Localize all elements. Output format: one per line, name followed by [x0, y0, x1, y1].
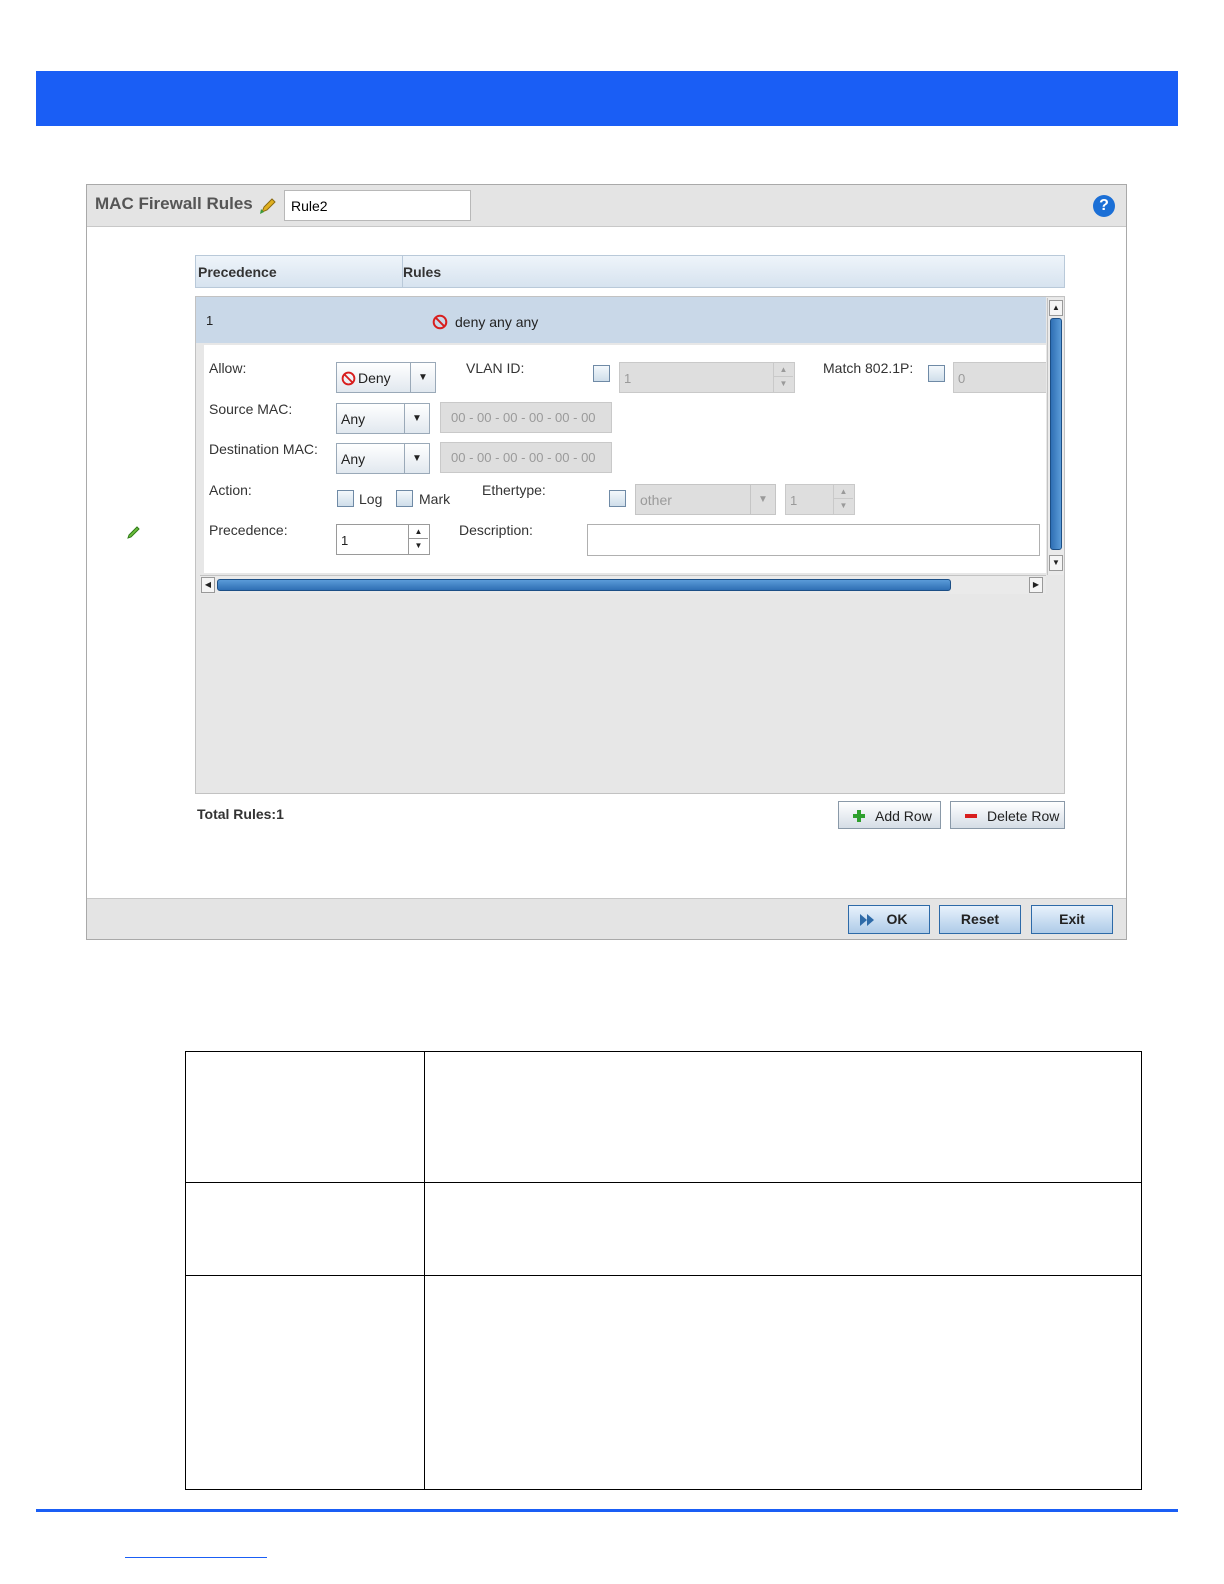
footer-link-underline: [125, 1557, 267, 1558]
vertical-scrollbar[interactable]: ▲ ▼: [1047, 298, 1064, 575]
vlan-id-spinner[interactable]: ▲ ▼: [773, 363, 794, 392]
fast-forward-icon: [860, 914, 874, 926]
delete-row-button[interactable]: Delete Row: [950, 801, 1065, 829]
rule-editor: Allow: Deny ▼ VLAN ID: 1 ▲ ▼ Match 802.1…: [204, 345, 1046, 573]
ethertype-dropdown[interactable]: other ▼: [635, 484, 776, 515]
allow-value: Deny: [358, 370, 391, 386]
deny-icon: [432, 314, 448, 330]
destination-mac-input[interactable]: 00 - 00 - 00 - 00 - 00 - 00: [440, 442, 612, 473]
row-precedence: 1: [206, 313, 214, 328]
spin-down-icon[interactable]: ▼: [774, 377, 793, 391]
ethertype-spinner[interactable]: ▲ ▼: [833, 485, 854, 514]
spin-down-icon[interactable]: ▼: [834, 499, 853, 513]
scroll-right-icon[interactable]: ▶: [1029, 577, 1043, 593]
match-8021p-input[interactable]: 0: [953, 362, 1046, 393]
spin-down-icon[interactable]: ▼: [409, 539, 428, 553]
scroll-left-icon[interactable]: ◀: [201, 577, 215, 593]
plus-icon: [853, 810, 865, 822]
match-8021p-label: Match 802.1P:: [823, 360, 914, 376]
dialog-title: MAC Firewall Rules: [95, 194, 253, 213]
vlan-id-label: VLAN ID:: [466, 360, 525, 376]
precedence-label: Precedence:: [209, 522, 288, 538]
rules-table-body: 1 deny any any Allow: Deny ▼ VLAN ID: 1: [195, 296, 1065, 794]
mark-checkbox[interactable]: [396, 490, 413, 507]
chevron-down-icon[interactable]: ▼: [750, 485, 775, 514]
spin-up-icon[interactable]: ▲: [409, 525, 428, 539]
scroll-thumb[interactable]: [1050, 318, 1062, 550]
allow-label: Allow:: [209, 360, 247, 376]
rules-table-header: Precedence Rules: [195, 255, 1065, 288]
match-8021p-checkbox[interactable]: [928, 365, 945, 382]
chevron-down-icon[interactable]: ▼: [410, 363, 435, 392]
mark-label: Mark: [419, 491, 451, 507]
column-header-rules[interactable]: Rules: [403, 264, 441, 280]
chevron-down-icon[interactable]: ▼: [404, 444, 429, 473]
horizontal-scrollbar[interactable]: ◀ ▶: [200, 575, 1046, 594]
spin-up-icon[interactable]: ▲: [774, 363, 793, 377]
vlan-id-value: 1: [624, 371, 632, 386]
log-label: Log: [359, 491, 383, 507]
action-label: Action:: [209, 482, 252, 498]
destination-mac-dropdown[interactable]: Any ▼: [336, 443, 430, 474]
ethertype-checkbox[interactable]: [609, 490, 626, 507]
reset-button[interactable]: Reset: [939, 905, 1021, 934]
pencil-edit-icon[interactable]: [259, 197, 277, 215]
add-row-button[interactable]: Add Row: [838, 801, 941, 829]
spin-up-icon[interactable]: ▲: [834, 485, 853, 499]
match-8021p-value: 0: [958, 371, 966, 386]
source-mac-mode: Any: [341, 411, 366, 427]
table-divider: [186, 1182, 1141, 1183]
ok-button[interactable]: OK: [848, 905, 930, 934]
source-mac-label: Source MAC:: [209, 401, 293, 417]
ethertype-number-value: 1: [790, 493, 798, 508]
footer-rule: [36, 1509, 1178, 1512]
precedence-spinner[interactable]: ▲ ▼: [408, 525, 429, 554]
vlan-id-input[interactable]: 1 ▲ ▼: [619, 362, 795, 393]
dialog-header: MAC Firewall Rules ?: [87, 185, 1126, 227]
column-header-precedence[interactable]: Precedence: [198, 264, 277, 280]
ok-label: OK: [886, 911, 908, 927]
ethertype-value: other: [640, 492, 672, 508]
add-row-label: Add Row: [875, 808, 932, 824]
description-label: Description:: [459, 522, 533, 538]
dialog-footer: OK Reset Exit: [87, 898, 1126, 939]
rule-name-input[interactable]: [284, 190, 471, 221]
row-rule-text: deny any any: [455, 314, 539, 330]
description-input[interactable]: [587, 524, 1040, 556]
help-icon[interactable]: ?: [1093, 195, 1115, 217]
minus-icon: [965, 814, 977, 818]
scroll-up-icon[interactable]: ▲: [1049, 300, 1063, 316]
ethertype-label: Ethertype:: [482, 482, 546, 498]
destination-mac-mode: Any: [341, 451, 366, 467]
delete-row-label: Delete Row: [987, 808, 1060, 824]
table-divider: [424, 1052, 425, 1489]
chevron-down-icon[interactable]: ▼: [404, 404, 429, 433]
scroll-thumb[interactable]: [217, 579, 951, 591]
mac-firewall-dialog: MAC Firewall Rules ? Precedence Rules 1 …: [86, 184, 1127, 940]
ethertype-number-input[interactable]: 1 ▲ ▼: [785, 484, 855, 515]
precedence-input[interactable]: 1 ▲ ▼: [336, 524, 430, 555]
document-table: [185, 1051, 1142, 1490]
log-checkbox[interactable]: [337, 490, 354, 507]
destination-mac-label: Destination MAC:: [209, 441, 318, 457]
deny-icon: [341, 371, 356, 386]
allow-dropdown[interactable]: Deny ▼: [336, 362, 436, 393]
source-mac-input[interactable]: 00 - 00 - 00 - 00 - 00 - 00: [440, 402, 612, 433]
exit-button[interactable]: Exit: [1031, 905, 1113, 934]
table-row[interactable]: 1 deny any any: [196, 297, 1046, 343]
vlan-id-checkbox[interactable]: [593, 365, 610, 382]
scroll-down-icon[interactable]: ▼: [1049, 555, 1063, 571]
table-divider: [186, 1275, 1141, 1276]
precedence-value: 1: [341, 533, 349, 548]
pencil-icon[interactable]: [125, 525, 141, 541]
total-rules: Total Rules:1: [197, 806, 284, 822]
source-mac-dropdown[interactable]: Any ▼: [336, 403, 430, 434]
top-banner: [36, 71, 1178, 126]
